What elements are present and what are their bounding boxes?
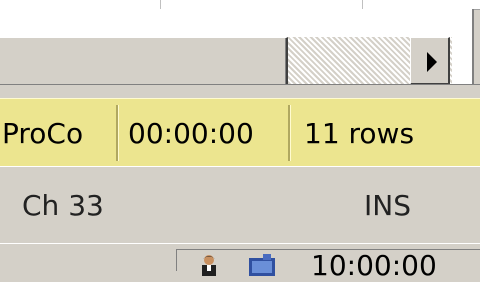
cell-divider — [160, 0, 161, 9]
row-count: 11 rows — [304, 116, 415, 150]
summary-bar: ProCo 00:00:00 11 rows — [0, 98, 480, 168]
company-label: ProCo — [2, 116, 84, 150]
cell-divider — [362, 0, 363, 9]
horizontal-scrollbar[interactable] — [0, 36, 452, 88]
table-frame — [0, 9, 474, 88]
status-bar: Ch 33 INS — [0, 166, 480, 244]
taskbar: 10:00:00 — [0, 243, 480, 280]
summary-separator — [288, 105, 291, 161]
system-tray: 10:00:00 — [176, 249, 480, 280]
scroll-right-button[interactable] — [410, 37, 450, 85]
person-icon[interactable] — [199, 254, 219, 276]
insert-mode-indicator: INS — [364, 188, 411, 222]
tray-clock: 10:00:00 — [311, 249, 437, 282]
cursor-position: Ch 33 — [22, 188, 104, 222]
arrow-right-icon — [427, 52, 437, 72]
scrollbar-thumb[interactable] — [0, 37, 288, 88]
elapsed-time: 00:00:00 — [128, 116, 254, 150]
monitor-icon[interactable] — [247, 254, 277, 276]
summary-separator — [116, 105, 119, 161]
panel-gap — [0, 84, 480, 99]
